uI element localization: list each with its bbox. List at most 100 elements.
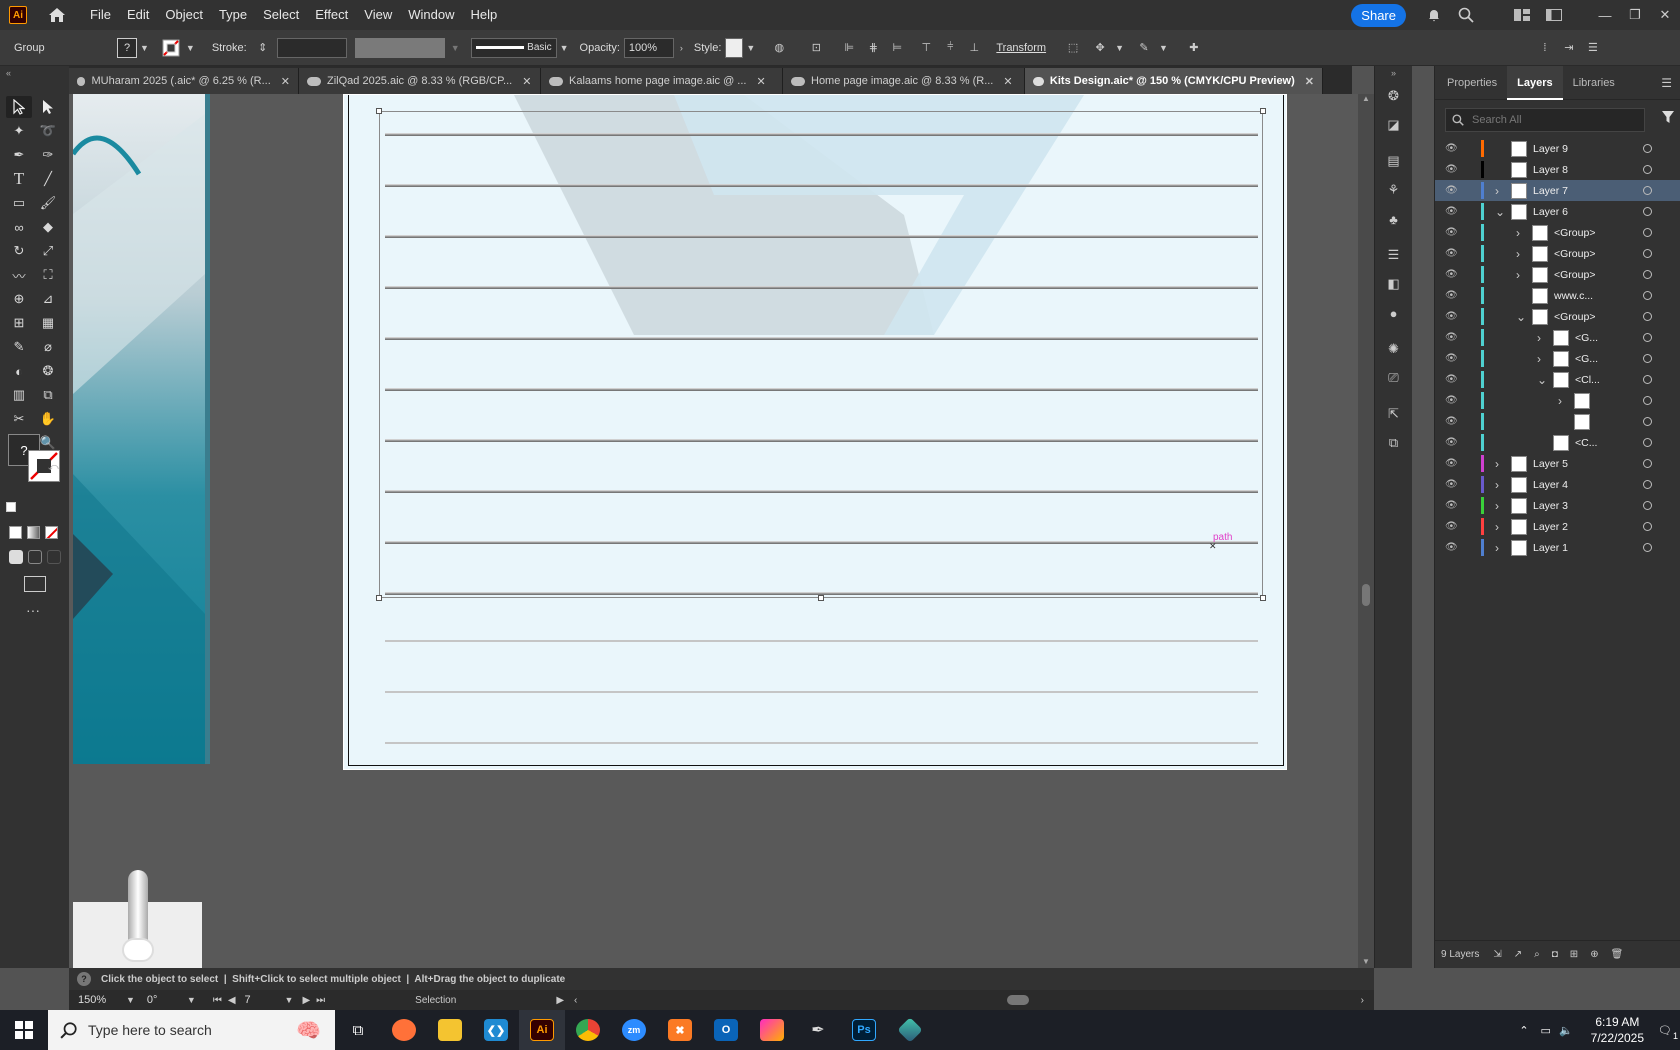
xampp-icon[interactable]: ✖ [657,1010,703,1050]
export-icon[interactable]: ⇱ [1383,403,1405,425]
chevron-down-icon[interactable]: ⌄ [1495,205,1505,219]
filter-icon[interactable] [1661,110,1675,129]
scrollbar-thumb[interactable] [1362,584,1370,606]
volume-icon[interactable]: 🔈 [1559,1024,1573,1037]
target-icon[interactable] [1643,522,1652,531]
hand-tool-icon[interactable]: ✋ [35,408,61,430]
layer-name[interactable]: Layer 7 [1533,185,1568,197]
tab-kits-design[interactable]: Kits Design.aic* @ 150 % (CMYK/CPU Previ… [1025,68,1323,94]
visibility-eye-icon[interactable]: 👁 [1445,458,1459,469]
stroke-stepper-icon[interactable]: ⇕ [254,39,272,57]
canvas-area[interactable]: path ✕ ▲ ▼ [69,94,1374,968]
chevron-down-icon[interactable]: ▼ [560,43,569,53]
visibility-eye-icon[interactable]: 👁 [1445,227,1459,238]
home-icon[interactable] [46,4,68,26]
artboards-panel-icon[interactable]: ⧉ [1383,432,1405,454]
firefox-icon[interactable] [381,1010,427,1050]
visibility-eye-icon[interactable]: 👁 [1445,143,1459,154]
pen-app-icon[interactable]: ✒ [795,1010,841,1050]
default-fill-stroke-icon[interactable] [6,502,16,512]
puppet-warp-icon[interactable]: ✥ [1091,39,1109,57]
layer-row[interactable]: 👁 <C... [1435,432,1680,453]
close-icon[interactable]: ✕ [1003,75,1012,88]
tab-layers[interactable]: Layers [1507,65,1563,100]
chevron-right-icon[interactable]: › [1495,478,1499,492]
menu-help[interactable]: Help [462,0,505,30]
gradient-tool-icon[interactable]: ▦ [35,312,61,334]
recolor-artwork-icon[interactable]: ◍ [770,39,788,57]
rotate-tool-icon[interactable]: ↻ [6,240,32,262]
edit-toolbar-icon[interactable]: ✎ [1135,39,1153,57]
type-tool-icon[interactable]: T [6,168,32,190]
chevron-down-icon[interactable]: ▼ [1115,43,1124,53]
resize-handle[interactable] [376,108,382,114]
layer-name[interactable]: Layer 5 [1533,458,1568,470]
gem-app-icon[interactable] [887,1010,933,1050]
layer-name[interactable]: Layer 4 [1533,479,1568,491]
tab-zilqad[interactable]: ZilQad 2025.aic @ 8.33 % (RGB/CP... ✕ [299,68,541,94]
illustrator-taskbar-icon[interactable]: Ai [519,1010,565,1050]
gradient-panel-icon[interactable]: ◧ [1383,273,1405,295]
layer-row[interactable]: 👁 › <G... [1435,348,1680,369]
chevron-down-icon[interactable]: ▼ [186,43,195,53]
align-to-icon[interactable]: ⊡ [807,39,825,57]
menu-effect[interactable]: Effect [307,0,356,30]
layer-name[interactable]: <Group> [1554,227,1595,239]
shape-builder-tool-icon[interactable]: ⊕ [6,288,32,310]
layer-row[interactable]: 👁 › Layer 1 [1435,537,1680,558]
transparency-icon[interactable]: ● [1383,302,1405,324]
next-artboard-icon[interactable]: ▶ [302,995,310,1006]
layer-row[interactable]: 👁 www.c... [1435,285,1680,306]
target-icon[interactable] [1643,396,1652,405]
layer-row[interactable]: 👁 Layer 9 [1435,138,1680,159]
target-icon[interactable] [1643,291,1652,300]
make-clipping-mask-icon[interactable]: ◘ [1552,949,1558,960]
visibility-eye-icon[interactable]: 👁 [1445,206,1459,217]
visibility-eye-icon[interactable]: 👁 [1445,437,1459,448]
quick-actions-icon[interactable]: ✚ [1185,39,1203,57]
artboard[interactable]: path ✕ [343,94,1287,770]
chevron-down-icon[interactable]: ▼ [126,995,135,1005]
chevron-down-icon[interactable]: ⌄ [1537,373,1547,387]
bell-icon[interactable] [1424,5,1444,25]
visibility-eye-icon[interactable]: 👁 [1445,521,1459,532]
chevron-right-icon[interactable]: › [1495,520,1499,534]
target-icon[interactable] [1643,354,1652,363]
task-view-icon[interactable]: ⧉ [335,1010,381,1050]
network-icon[interactable]: ▭ [1541,1024,1551,1037]
notifications-icon[interactable]: 🗨 1 [1658,1024,1678,1041]
vscode-icon[interactable]: ❮❯ [473,1010,519,1050]
symbols-icon[interactable]: ♣ [1383,208,1405,230]
chevron-right-icon[interactable]: › [1516,226,1520,240]
stroke-swatch-icon[interactable] [162,39,180,57]
rotation-field[interactable]: 0° [143,992,184,1008]
stroke-weight-field[interactable] [276,37,347,58]
target-icon[interactable] [1643,417,1652,426]
panel-menu-icon[interactable]: ☰ [1661,76,1672,90]
layer-row[interactable]: 👁 ⌄ <Cl... [1435,369,1680,390]
color-guide-icon[interactable]: ▤ [1383,150,1405,172]
fill-stroke-widget[interactable]: ? [8,434,60,486]
layer-name[interactable]: Layer 9 [1533,143,1568,155]
column-graph-tool-icon[interactable]: ▥ [6,384,32,406]
layer-row[interactable]: 👁 › Layer 5 [1435,453,1680,474]
visibility-eye-icon[interactable]: 👁 [1445,311,1459,322]
restore-button[interactable]: ❐ [1620,7,1650,23]
target-icon[interactable] [1643,228,1652,237]
prev-artboard-icon[interactable]: ◀ [228,995,236,1006]
target-icon[interactable] [1643,480,1652,489]
chevron-right-icon[interactable]: › [680,43,683,53]
tab-kalaams[interactable]: Kalaams home page image.aic @ ... ✕ [541,68,783,94]
close-icon[interactable]: ✕ [1305,75,1314,88]
menu-type[interactable]: Type [211,0,255,30]
draw-behind-icon[interactable] [28,550,42,564]
visibility-eye-icon[interactable]: 👁 [1445,479,1459,490]
pen-tool-icon[interactable]: ✒ [6,144,32,166]
variable-width-profile-icon[interactable] [354,37,445,58]
visibility-eye-icon[interactable]: 👁 [1445,395,1459,406]
layer-row[interactable]: 👁 › <Group> [1435,243,1680,264]
layer-name[interactable]: <G... [1575,353,1598,365]
stroke-panel-icon[interactable]: ☰ [1383,244,1405,266]
arrange-documents-icon[interactable] [1544,5,1564,25]
layer-row[interactable]: 👁 › Layer 3 [1435,495,1680,516]
